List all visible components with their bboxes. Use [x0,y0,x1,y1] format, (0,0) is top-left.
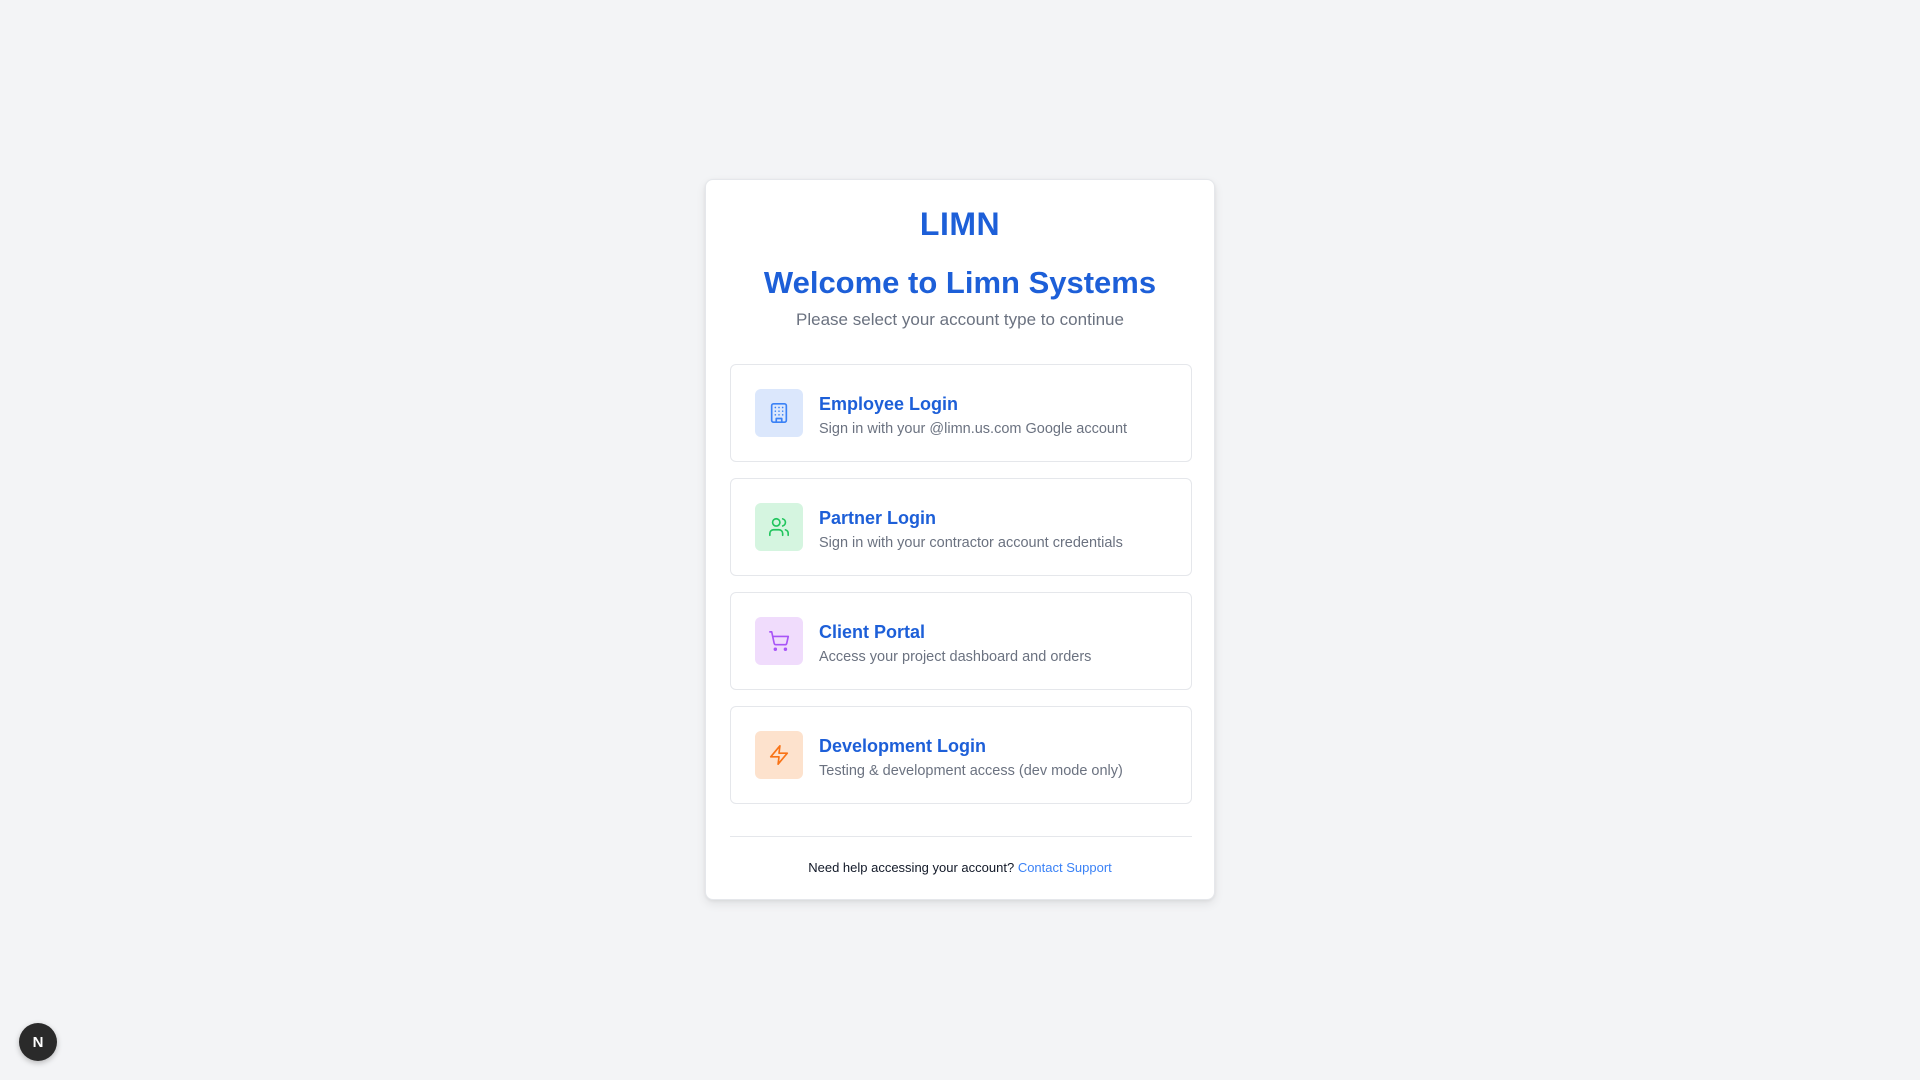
page-title: Welcome to Limn Systems [763,265,1157,300]
partner-login-description: Sign in with your contractor account cre… [819,535,1123,551]
users-icon [755,503,803,551]
development-login-option[interactable]: Development Login Testing & development … [730,706,1192,804]
development-login-title: Development Login [819,736,987,756]
client-portal-option[interactable]: Client Portal Access your project dashbo… [730,592,1192,690]
contact-support-link[interactable]: Contact Support [1018,860,1112,875]
employee-login-title: Employee Login [819,394,959,414]
nextjs-dev-badge[interactable]: N [19,1023,57,1061]
brand-logo: LIMN [919,206,1001,242]
client-portal-description: Access your project dashboard and orders [819,649,1092,665]
nextjs-logo-icon: N [33,1034,44,1051]
lightning-icon [755,731,803,779]
client-portal-title: Client Portal [819,622,926,642]
help-question: Need help accessing your account? [808,860,1015,875]
shopping-cart-icon [755,617,803,665]
help-text: Need help accessing your account? Contac… [706,859,1214,877]
footer-divider [730,836,1192,837]
building-icon [755,389,803,437]
login-card: LIMN Welcome to Limn Systems Please sele… [705,179,1215,900]
page-subtitle: Please select your account type to conti… [796,310,1124,329]
development-login-description: Testing & development access (dev mode o… [819,763,1123,779]
employee-login-description: Sign in with your @limn.us.com Google ac… [819,421,1128,437]
partner-login-option[interactable]: Partner Login Sign in with your contract… [730,478,1192,576]
employee-login-option[interactable]: Employee Login Sign in with your @limn.u… [730,364,1192,462]
svg-text:N: N [33,1034,44,1051]
partner-login-title: Partner Login [819,508,937,528]
